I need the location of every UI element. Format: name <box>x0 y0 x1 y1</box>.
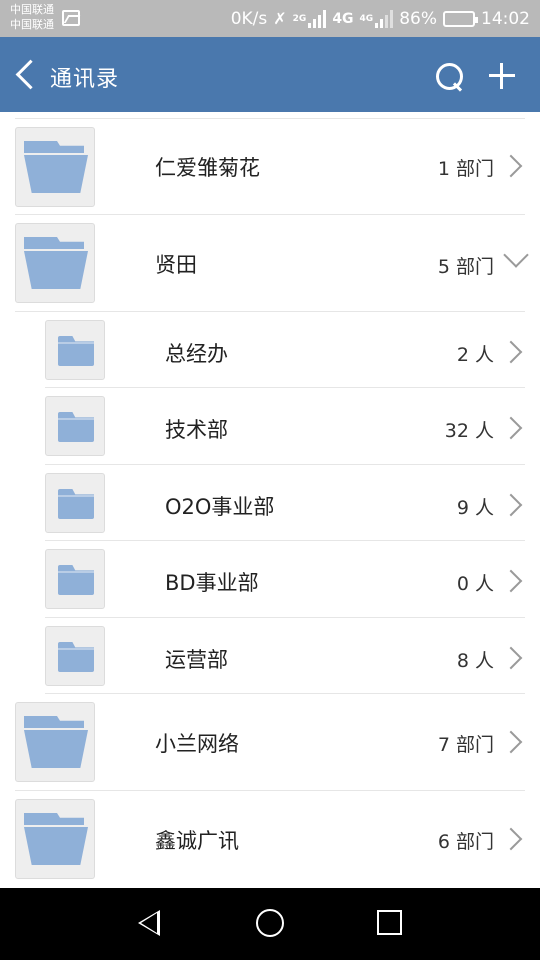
network-4g-label: 4G <box>332 10 354 27</box>
department-folder-icon <box>45 320 105 380</box>
network-4g-small-label: 4G <box>359 13 374 24</box>
company-name: 仁爱雏菊花 <box>155 156 260 180</box>
battery-icon <box>443 10 478 27</box>
chevron-right-icon <box>499 730 523 754</box>
department-member-count: 8 人 <box>456 650 494 672</box>
chevron-right-icon <box>499 340 523 364</box>
network-2g-label: 2G <box>292 13 307 24</box>
chevron-right-icon <box>499 646 523 670</box>
department-row-0[interactable]: 总经办 2 人 <box>0 312 540 388</box>
company-dept-count: 7 部门 <box>437 734 494 756</box>
back-arrow-icon[interactable] <box>10 57 40 93</box>
department-member-count: 32 人 <box>444 420 494 442</box>
image-notification-icon <box>62 10 80 26</box>
department-name: 技术部 <box>165 418 228 442</box>
contacts-list[interactable]: 仁爱雏菊花 1 部门 贤田 5 部门 总经办 2 人 技术部 32 人 O2O事… <box>0 112 540 888</box>
carrier-labels: 中国联通 中国联通 <box>10 2 54 32</box>
status-bar: 中国联通 中国联通 0K/s ✗ 2G 4G 4G 86% 14:02 <box>0 0 540 37</box>
department-row-3[interactable]: BD事业部 0 人 <box>0 541 540 618</box>
chevron-right-icon <box>499 569 523 593</box>
status-right: 0K/s ✗ 2G 4G 4G 86% 14:02 <box>231 0 530 37</box>
company-row-0[interactable]: 仁爱雏菊花 1 部门 <box>0 118 540 215</box>
company-dept-count: 5 部门 <box>437 256 494 278</box>
nav-recent-apps-icon[interactable] <box>377 910 402 935</box>
vibrate-off-icon: ✗ <box>273 9 287 28</box>
chevron-right-icon <box>499 154 523 178</box>
carrier-1: 中国联通 <box>10 3 54 16</box>
company-row-3[interactable]: 鑫诚广讯 6 部门 <box>0 791 540 888</box>
department-member-count: 0 人 <box>456 573 494 595</box>
department-row-1[interactable]: 技术部 32 人 <box>0 388 540 465</box>
signal-1-icon <box>308 9 327 28</box>
department-name: BD事业部 <box>165 571 259 595</box>
battery-percent: 86% <box>399 8 437 29</box>
department-member-count: 9 人 <box>456 497 494 519</box>
system-nav-bar <box>0 888 540 960</box>
department-folder-icon <box>45 396 105 456</box>
company-row-2[interactable]: 小兰网络 7 部门 <box>0 694 540 791</box>
company-name: 鑫诚广讯 <box>155 829 239 853</box>
nav-back-icon[interactable] <box>138 910 160 936</box>
company-row-1[interactable]: 贤田 5 部门 <box>0 215 540 312</box>
department-folder-icon <box>45 626 105 686</box>
app-header: 通讯录 <box>0 37 540 112</box>
company-name: 小兰网络 <box>155 732 239 756</box>
network-speed: 0K/s <box>230 8 268 29</box>
department-name: O2O事业部 <box>165 495 275 519</box>
nav-home-icon[interactable] <box>256 909 284 937</box>
chevron-right-icon <box>499 827 523 851</box>
search-icon[interactable] <box>434 61 466 93</box>
chevron-right-icon <box>499 493 523 517</box>
department-row-4[interactable]: 运营部 8 人 <box>0 618 540 694</box>
org-folder-icon <box>15 127 95 207</box>
department-folder-icon <box>45 549 105 609</box>
department-name: 运营部 <box>165 648 228 672</box>
chevron-down-icon <box>503 242 529 268</box>
carrier-2: 中国联通 <box>10 18 54 31</box>
company-dept-count: 1 部门 <box>437 158 494 180</box>
chevron-right-icon <box>499 416 523 440</box>
clock: 14:02 <box>481 8 530 29</box>
org-folder-icon <box>15 223 95 303</box>
page-title: 通讯录 <box>50 67 120 92</box>
department-member-count: 2 人 <box>456 344 494 366</box>
department-folder-icon <box>45 473 105 533</box>
plus-icon[interactable] <box>488 62 516 90</box>
department-row-2[interactable]: O2O事业部 9 人 <box>0 465 540 541</box>
org-folder-icon <box>15 702 95 782</box>
company-dept-count: 6 部门 <box>437 831 494 853</box>
company-name: 贤田 <box>155 253 197 277</box>
signal-2-icon <box>375 9 394 28</box>
org-folder-icon <box>15 799 95 879</box>
department-name: 总经办 <box>165 342 228 366</box>
